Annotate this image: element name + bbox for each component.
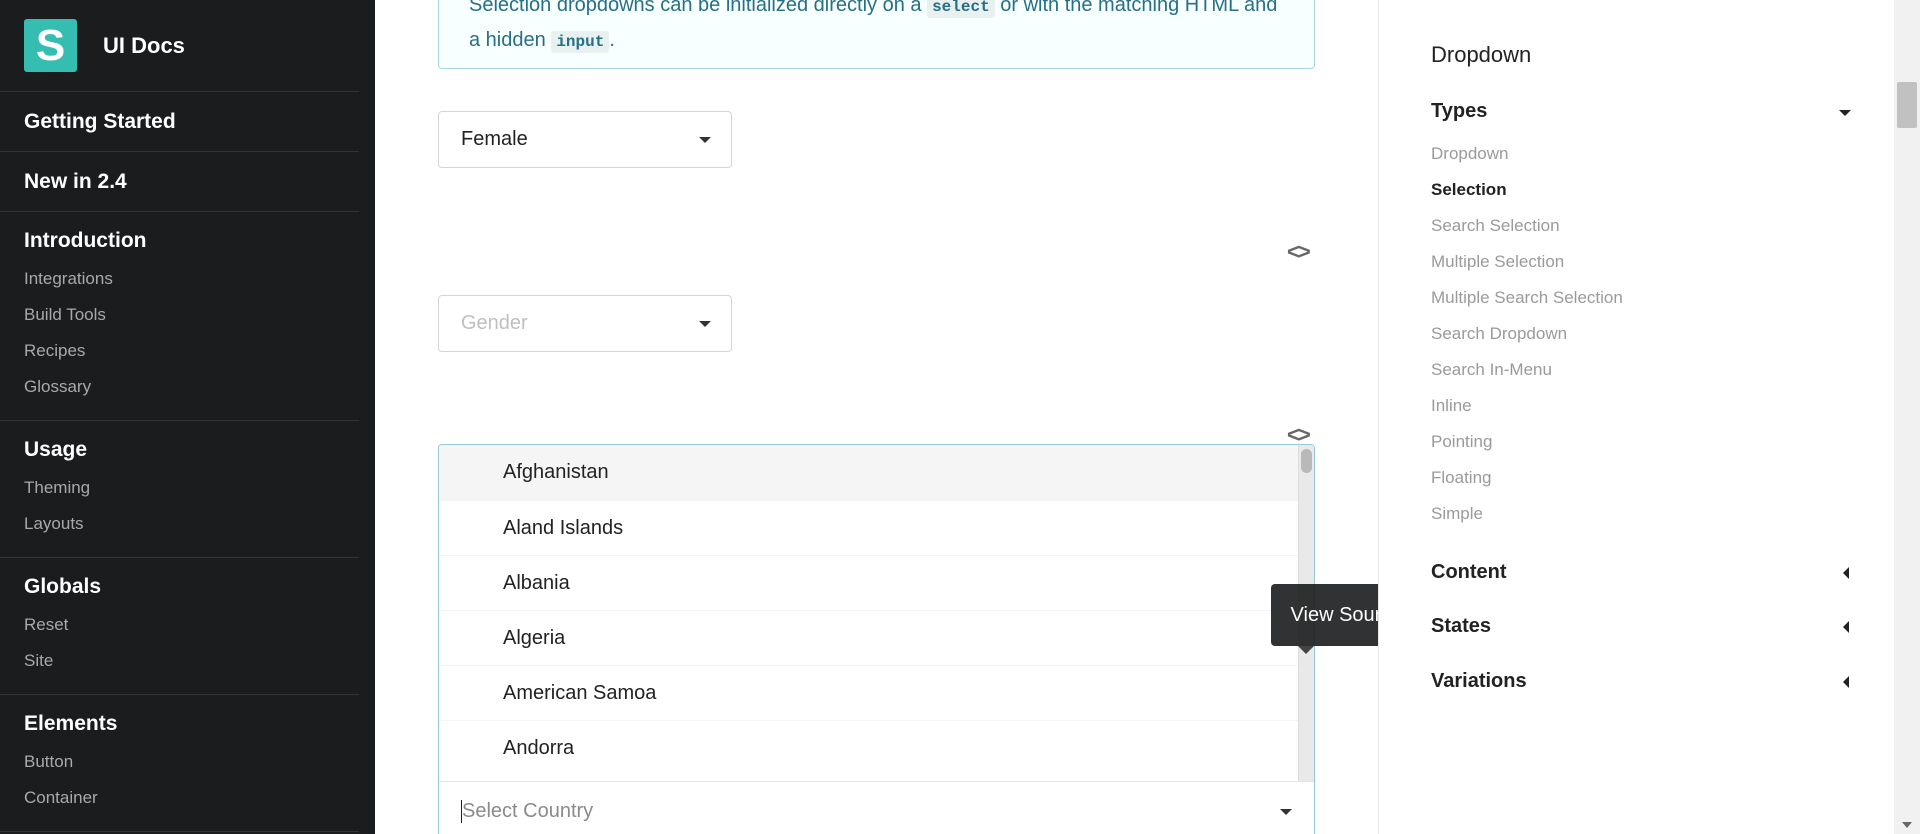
dropdown-caret-icon (699, 321, 711, 327)
nav-link-new-in[interactable]: New in 2.4 (24, 170, 359, 194)
country-search-dropdown[interactable]: Afghanistan Aland Islands Albania Algeri… (438, 444, 1315, 834)
gender-placeholder: Gender (461, 312, 528, 334)
country-option[interactable]: Albania (439, 555, 1299, 610)
main-content: Selection dropdowns can be initialized d… (375, 0, 1378, 834)
caret-left-icon (1843, 567, 1849, 579)
nav-section-usage: Usage Theming Layouts (0, 421, 359, 558)
nav-section-globals: Globals Reset Site (0, 558, 359, 695)
nav-header-introduction[interactable]: Introduction (24, 229, 359, 253)
gender-dropdown[interactable]: Gender (438, 295, 732, 352)
toc-item-inline[interactable]: Inline (1431, 396, 1472, 416)
page-scrollbar-thumb[interactable] (1897, 82, 1917, 128)
country-option[interactable]: Andorra (439, 720, 1299, 775)
toc-item-search-dropdown[interactable]: Search Dropdown (1431, 324, 1567, 344)
table-of-contents: Dropdown Types Dropdown Selection Search… (1378, 0, 1894, 834)
toc-item-floating[interactable]: Floating (1431, 468, 1491, 488)
menu-scrollbar-thumb[interactable] (1301, 449, 1312, 473)
toc-item-dropdown[interactable]: Dropdown (1431, 144, 1509, 164)
code-input: input (551, 31, 610, 53)
toc-title: Dropdown (1431, 42, 1532, 67)
view-source-tooltip: View Source (1271, 584, 1378, 646)
tooltip-arrow (1298, 646, 1314, 654)
toc-section-label: Variations (1431, 670, 1527, 692)
toc-item-search-in-menu[interactable]: Search In-Menu (1431, 360, 1552, 380)
toc-item-selection[interactable]: Selection (1431, 180, 1507, 200)
nav-item-button[interactable]: Button (24, 744, 359, 780)
toc-item-pointing[interactable]: Pointing (1431, 432, 1492, 452)
dropdown-caret-icon[interactable] (1280, 809, 1292, 815)
country-option[interactable]: Algeria (439, 610, 1299, 665)
caret-left-icon (1843, 621, 1849, 633)
toc-section-states[interactable]: States (1431, 615, 1851, 638)
toc-item-multiple-selection[interactable]: Multiple Selection (1431, 252, 1564, 272)
toc-section-types[interactable]: Types (1431, 100, 1851, 123)
nav-new-in: New in 2.4 (0, 152, 359, 212)
sidebar: S UI Docs Getting Started New in 2.4 Int… (0, 0, 375, 834)
country-option[interactable]: Afghanistan (439, 445, 1299, 500)
nav-section-introduction: Introduction Integrations Build Tools Re… (0, 212, 359, 421)
info-message: Selection dropdowns can be initialized d… (438, 0, 1315, 69)
note-text-before: Selection dropdowns can be initialized d… (469, 0, 922, 16)
toc-item-simple[interactable]: Simple (1431, 504, 1483, 524)
nav-item-recipes[interactable]: Recipes (24, 333, 359, 369)
nav-getting-started: Getting Started (0, 92, 359, 152)
nav-header-usage[interactable]: Usage (24, 438, 359, 462)
nav-item-container[interactable]: Container (24, 780, 359, 816)
nav-item-layouts[interactable]: Layouts (24, 506, 359, 542)
country-search-input[interactable] (461, 800, 1241, 823)
toc-section-content[interactable]: Content (1431, 561, 1851, 584)
country-search-row (439, 781, 1314, 834)
gender-select-dropdown[interactable]: Female (438, 111, 732, 168)
toc-section-label: Types (1431, 100, 1488, 122)
country-option[interactable]: Aland Islands (439, 500, 1299, 555)
nav-item-glossary[interactable]: Glossary (24, 369, 359, 405)
toc-item-search-selection[interactable]: Search Selection (1431, 216, 1560, 236)
nav-item-site[interactable]: Site (24, 643, 359, 679)
toc-section-label: States (1431, 615, 1492, 637)
country-menu: Afghanistan Aland Islands Albania Algeri… (439, 445, 1299, 781)
nav-link-getting-started[interactable]: Getting Started (24, 110, 359, 134)
toc-item-multiple-search-selection[interactable]: Multiple Search Selection (1431, 288, 1623, 308)
brand[interactable]: S UI Docs (0, 0, 359, 92)
brand-title[interactable]: UI Docs (103, 33, 185, 59)
nav-item-integrations[interactable]: Integrations (24, 261, 359, 297)
nav-item-build-tools[interactable]: Build Tools (24, 297, 359, 333)
nav-section-elements: Elements Button Container (0, 695, 359, 832)
nav-header-elements[interactable]: Elements (24, 712, 359, 736)
dropdown-caret-icon (699, 137, 711, 143)
nav-header-globals[interactable]: Globals (24, 575, 359, 599)
caret-left-icon (1843, 676, 1849, 688)
code-select: select (927, 0, 995, 18)
scroll-down-arrow-icon[interactable] (1902, 822, 1912, 828)
brand-logo[interactable]: S (24, 19, 77, 72)
caret-down-icon (1839, 110, 1851, 116)
gender-select-value: Female (461, 128, 528, 150)
view-source-code-icon[interactable]: <> (1287, 239, 1311, 265)
page-scrollbar[interactable] (1894, 0, 1920, 834)
toc-section-label: Content (1431, 561, 1507, 583)
toc-section-variations[interactable]: Variations (1431, 670, 1851, 693)
nav-item-reset[interactable]: Reset (24, 607, 359, 643)
nav-item-theming[interactable]: Theming (24, 470, 359, 506)
note-text-end: . (609, 29, 615, 51)
country-option[interactable]: American Samoa (439, 665, 1299, 720)
